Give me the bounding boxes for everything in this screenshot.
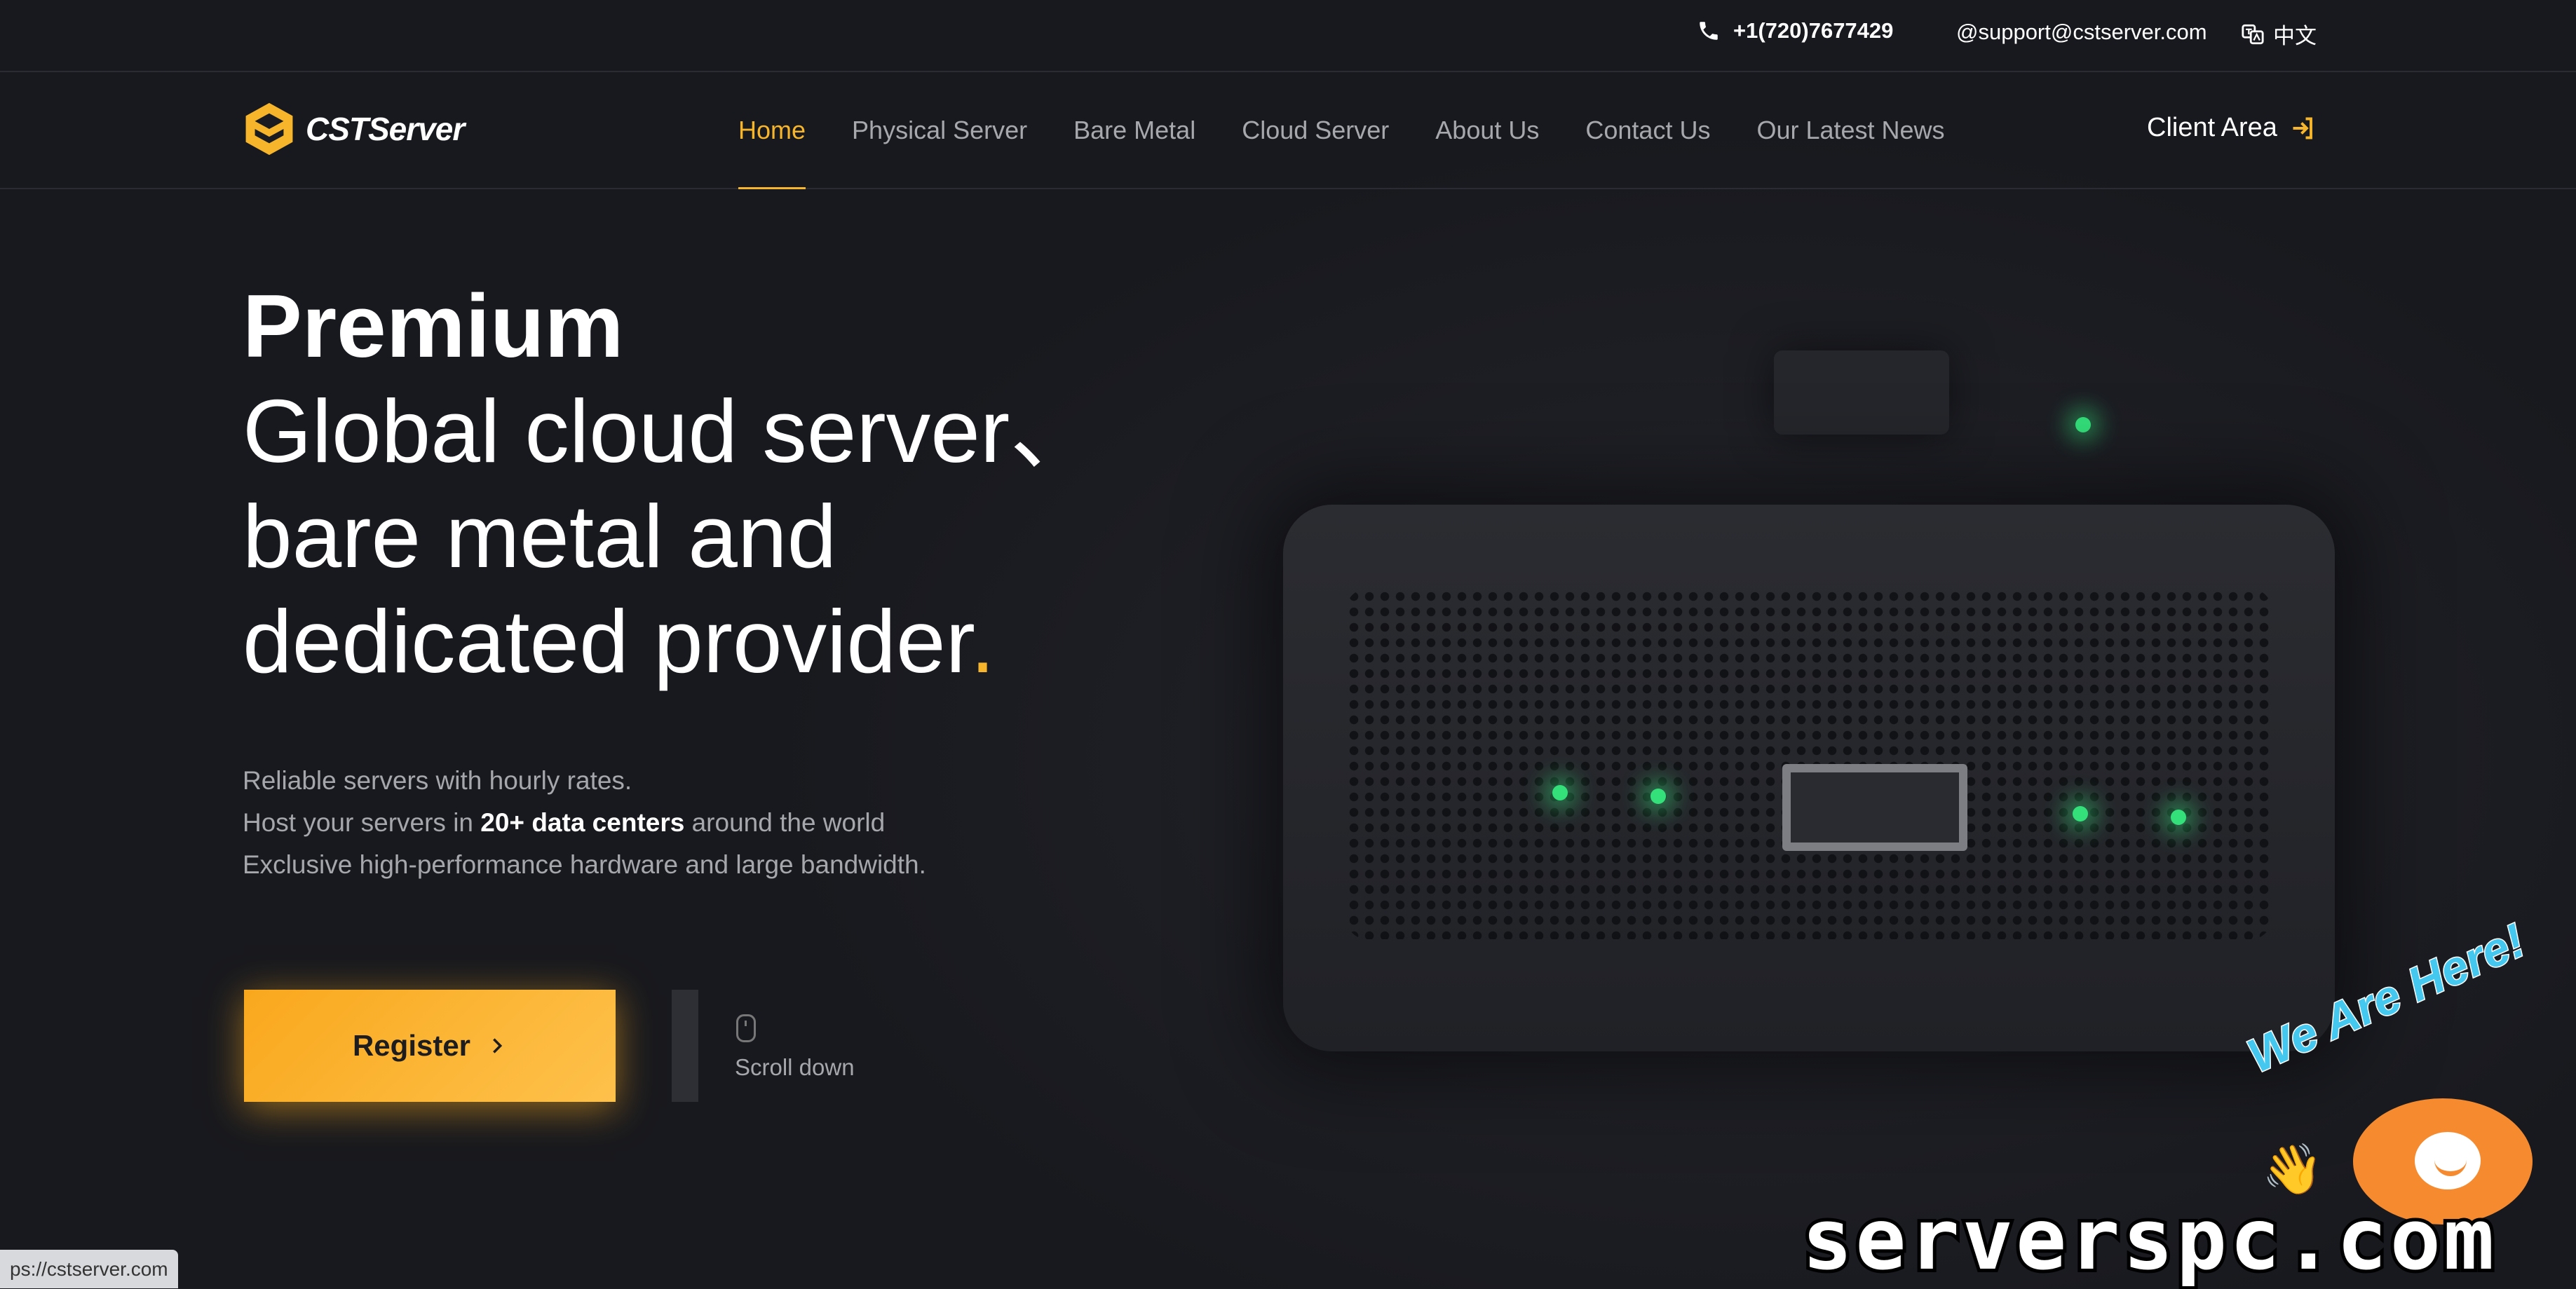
- top-bar: +1(720)7677429 @support@cstserver.com 中文: [0, 0, 2576, 72]
- nav-menu: Home Physical Server Bare Metal Cloud Se…: [715, 72, 1968, 189]
- hero-desc-text: Host your servers in: [243, 808, 481, 837]
- phone-link[interactable]: +1(720)7677429: [1697, 18, 1893, 43]
- watermark: serverspc.com: [1798, 1188, 2497, 1289]
- hero-desc-line: Reliable servers with hourly rates.: [243, 766, 632, 795]
- client-area-link[interactable]: Client Area: [2147, 113, 2315, 143]
- hero-desc-highlight: 20+ data centers: [480, 808, 685, 837]
- scroll-indicator-bar: [672, 990, 698, 1102]
- hero-title-dot: .: [970, 592, 996, 691]
- hero-title-line: dedicated provider.: [243, 589, 1154, 694]
- translate-icon: [2242, 24, 2264, 44]
- server-handle: [1782, 764, 1967, 851]
- server-led: [1650, 789, 1666, 804]
- logo[interactable]: CSTServer: [243, 102, 465, 156]
- hero-desc-line: Host your servers in 20+ data centers ar…: [243, 802, 926, 844]
- language-label: 中文: [2273, 24, 2317, 48]
- hero-title-line: bare metal and: [243, 486, 837, 586]
- hero-title-bold: Premium: [243, 276, 624, 376]
- language-switch[interactable]: 中文: [2241, 18, 2317, 50]
- server-led: [2171, 810, 2186, 825]
- waving-hand-icon: 👋: [2262, 1142, 2324, 1196]
- nav-item-latest-news[interactable]: Our Latest News: [1733, 72, 1967, 188]
- register-button[interactable]: Register: [244, 990, 616, 1102]
- browser-status-url: ps://cstserver.com: [0, 1250, 178, 1288]
- mouse-icon: [736, 1014, 756, 1042]
- hero-description: Reliable servers with hourly rates. Host…: [243, 760, 926, 886]
- server-rack-top: [1774, 350, 1949, 435]
- nav-item-cloud-server[interactable]: Cloud Server: [1219, 72, 1412, 188]
- nav-item-about-us[interactable]: About Us: [1412, 72, 1562, 188]
- hero-title: Premium Global cloud server、 bare metal …: [243, 273, 1154, 694]
- nav-item-home[interactable]: Home: [715, 72, 829, 189]
- phone-number: +1(720)7677429: [1733, 18, 1894, 43]
- main-navigation: CSTServer Home Physical Server Bare Meta…: [0, 72, 2576, 189]
- register-label: Register: [352, 1029, 471, 1062]
- hero-title-text: dedicated provider: [243, 592, 970, 691]
- cube-logo-icon: [245, 102, 293, 156]
- hero-desc-line: Exclusive high-performance hardware and …: [243, 850, 926, 879]
- login-arrow-icon: [2293, 117, 2312, 139]
- nav-item-bare-metal[interactable]: Bare Metal: [1050, 72, 1219, 188]
- nav-item-contact-us[interactable]: Contact Us: [1562, 72, 1733, 188]
- scroll-down-link[interactable]: Scroll down: [735, 1054, 855, 1081]
- chevron-right-icon: [493, 1038, 503, 1053]
- client-area-label: Client Area: [2147, 113, 2277, 142]
- server-led: [2073, 806, 2088, 821]
- server-illustration: [1283, 505, 2335, 1051]
- server-led: [1552, 785, 1568, 800]
- email-link[interactable]: @support@cstserver.com: [1956, 20, 2207, 45]
- hero-desc-text: around the world: [684, 808, 886, 837]
- logo-text: CSTServer: [306, 111, 465, 147]
- server-led: [2075, 417, 2091, 432]
- nav-item-physical-server[interactable]: Physical Server: [829, 72, 1050, 188]
- hero-title-line: Global cloud server、: [243, 381, 1099, 481]
- phone-icon: [1700, 22, 1718, 40]
